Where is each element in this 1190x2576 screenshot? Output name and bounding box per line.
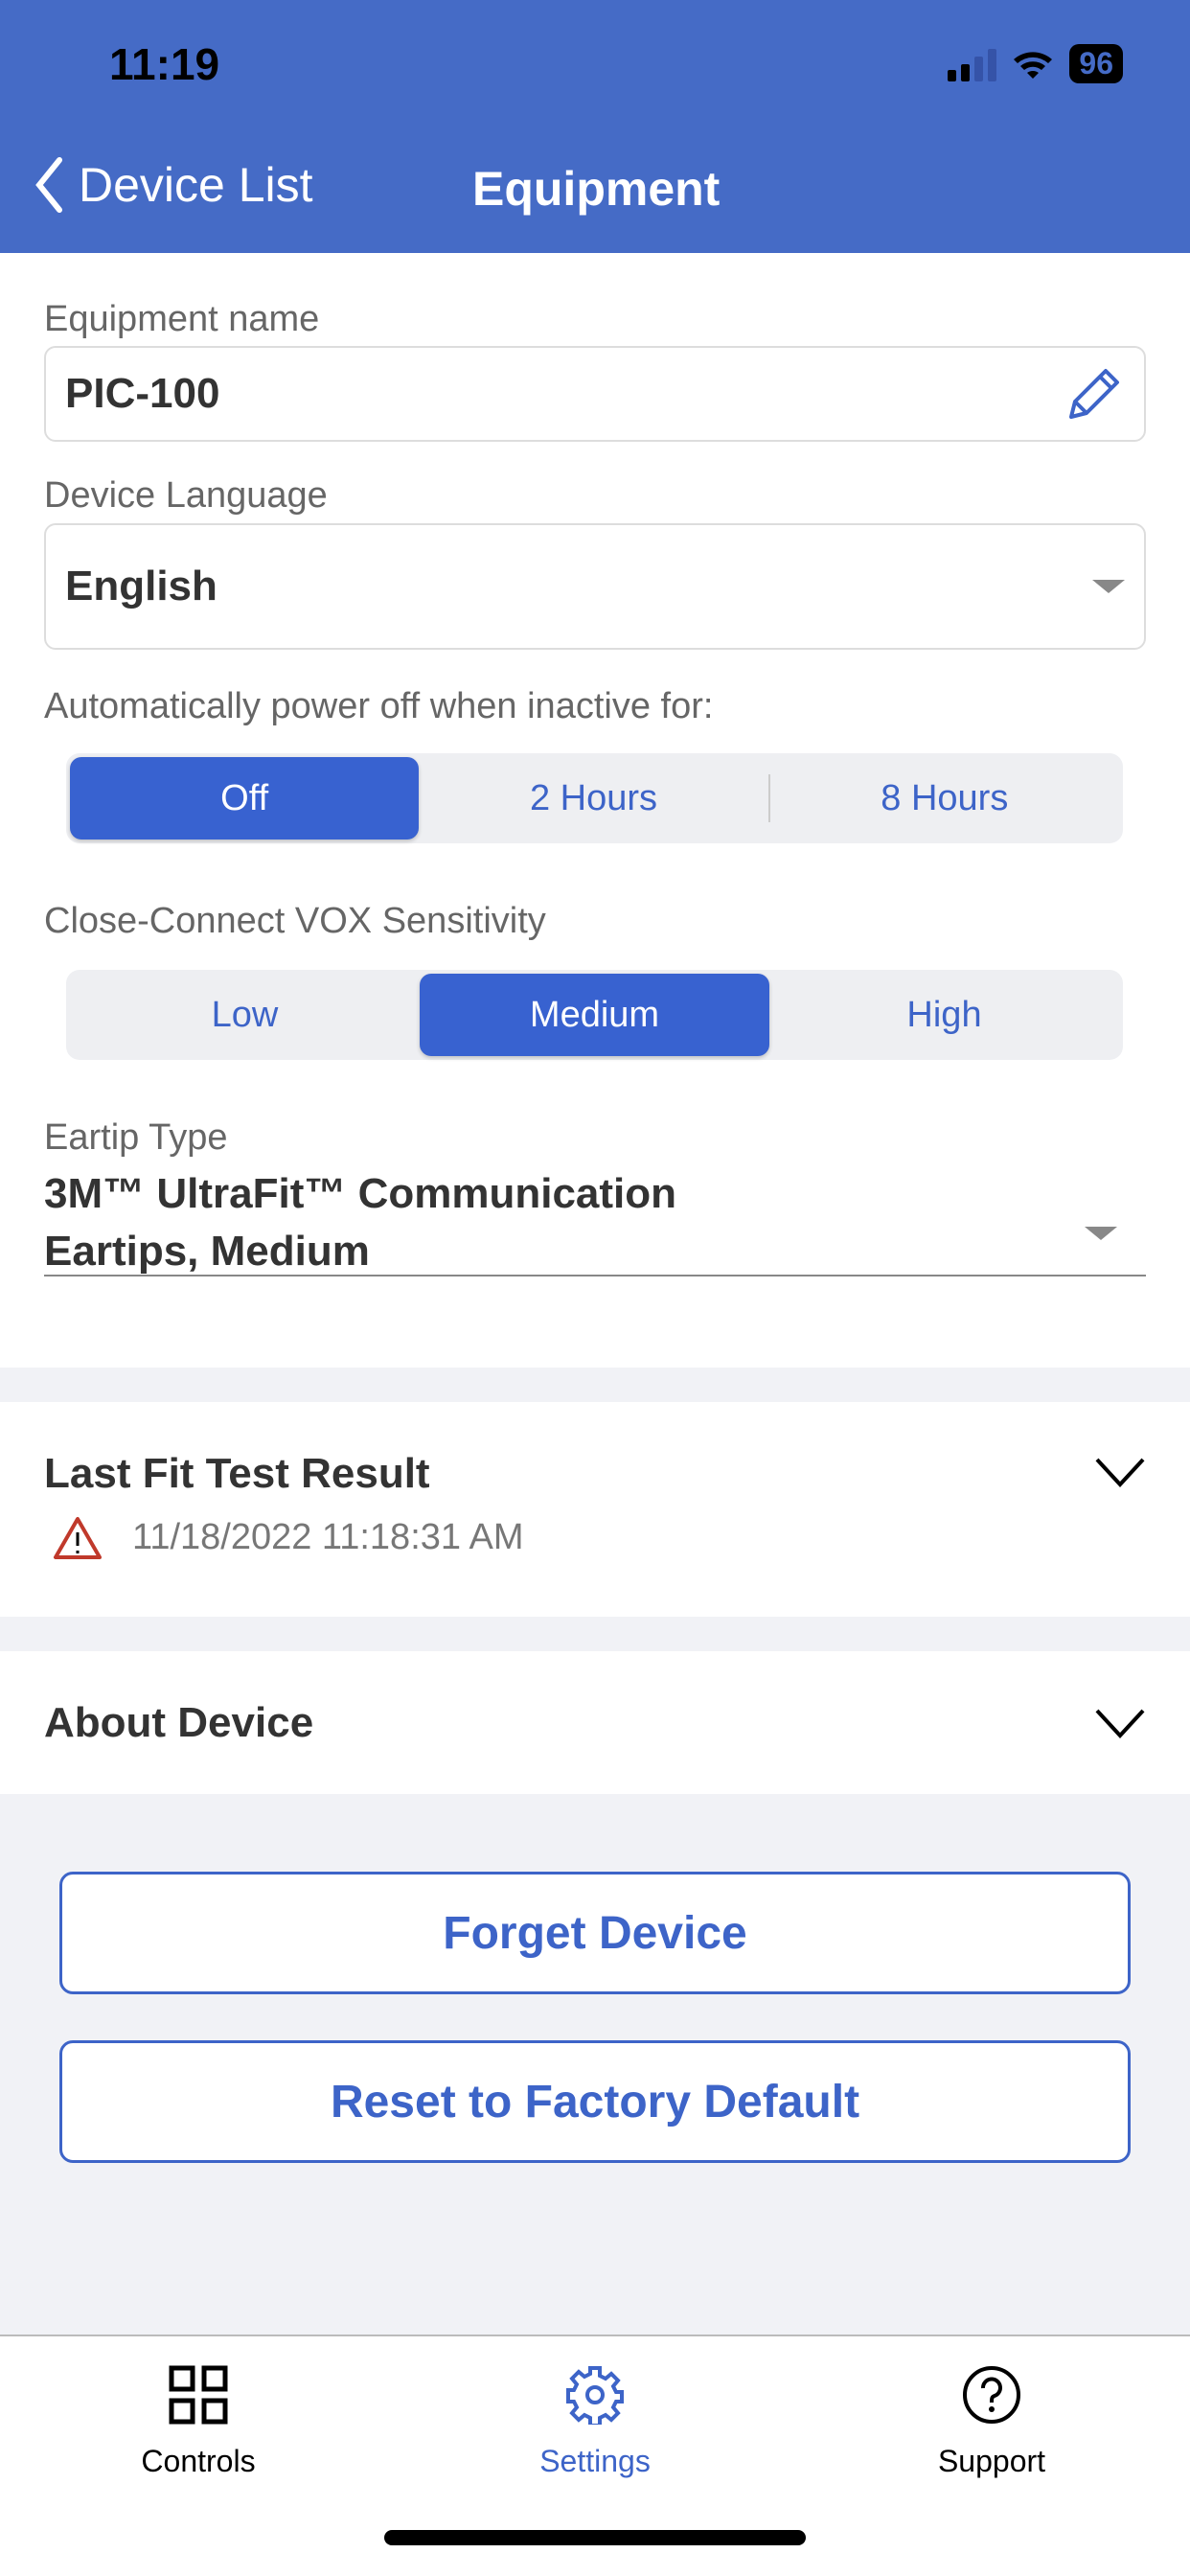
equipment-name-field[interactable]: PIC-100 xyxy=(44,346,1146,442)
wifi-icon xyxy=(1014,51,1053,79)
tab-support[interactable]: Support xyxy=(848,2365,1135,2479)
last-fit-section[interactable]: Last Fit Test Result 11/18/2022 11:18:31… xyxy=(0,1402,1190,1617)
last-fit-title: Last Fit Test Result xyxy=(44,1450,430,1497)
pencil-icon[interactable] xyxy=(1064,363,1125,425)
eartip-select[interactable]: 3M™ UltraFit™ Communication Eartips, Med… xyxy=(44,1165,1146,1276)
device-language-select[interactable]: English xyxy=(44,523,1146,650)
grid-icon xyxy=(169,2365,228,2425)
home-indicator xyxy=(384,2530,806,2545)
device-language-value: English xyxy=(65,563,217,610)
signal-icon xyxy=(948,47,997,81)
warning-icon xyxy=(54,1517,102,1559)
tab-label: Controls xyxy=(141,2444,256,2478)
about-device-section[interactable]: About Device xyxy=(0,1651,1190,1794)
auto-power-off-segmented: Off 2 Hours 8 Hours xyxy=(66,753,1123,843)
chevron-left-icon xyxy=(35,157,62,213)
about-device-title: About Device xyxy=(44,1699,314,1746)
auto-power-off-label: Automatically power off when inactive fo… xyxy=(44,686,714,726)
eartip-label: Eartip Type xyxy=(44,1117,228,1158)
page-title: Equipment xyxy=(472,162,721,216)
vox-sensitivity-segmented: Low Medium High xyxy=(66,970,1123,1060)
dropdown-arrow-icon xyxy=(1092,580,1125,593)
last-fit-timestamp: 11/18/2022 11:18:31 AM xyxy=(132,1517,524,1557)
battery-icon: 96 xyxy=(1069,44,1123,83)
device-language-label: Device Language xyxy=(44,475,328,516)
status-icons: 96 xyxy=(948,44,1123,83)
option-medium[interactable]: Medium xyxy=(420,974,769,1056)
option-2-hours[interactable]: 2 Hours xyxy=(419,757,767,840)
status-time: 11:19 xyxy=(109,39,220,89)
dropdown-arrow-icon xyxy=(1085,1227,1117,1240)
option-low[interactable]: Low xyxy=(70,974,420,1056)
option-8-hours[interactable]: 8 Hours xyxy=(767,774,1119,822)
tab-settings[interactable]: Settings xyxy=(451,2365,739,2479)
equipment-name-label: Equipment name xyxy=(44,299,320,339)
help-circle-icon xyxy=(963,2366,1020,2424)
tab-controls[interactable]: Controls xyxy=(55,2365,342,2479)
back-button[interactable]: Device List xyxy=(34,157,313,213)
equipment-name-value: PIC-100 xyxy=(65,370,220,417)
chevron-down-icon[interactable] xyxy=(1094,1456,1146,1488)
option-off[interactable]: Off xyxy=(70,757,420,840)
chevron-down-icon[interactable] xyxy=(1094,1707,1146,1739)
tab-label: Support xyxy=(937,2444,1046,2478)
back-label: Device List xyxy=(79,158,313,212)
vox-sensitivity-label: Close-Connect VOX Sensitivity xyxy=(44,901,546,941)
forget-device-button[interactable]: Forget Device xyxy=(59,1872,1131,1994)
eartip-value-line1: 3M™ UltraFit™ Communication xyxy=(44,1170,677,1217)
option-high[interactable]: High xyxy=(769,974,1119,1056)
reset-factory-default-button[interactable]: Reset to Factory Default xyxy=(59,2040,1131,2163)
tab-label: Settings xyxy=(539,2444,651,2478)
eartip-value-line2: Eartips, Medium xyxy=(44,1228,370,1275)
gear-icon xyxy=(566,2366,624,2425)
